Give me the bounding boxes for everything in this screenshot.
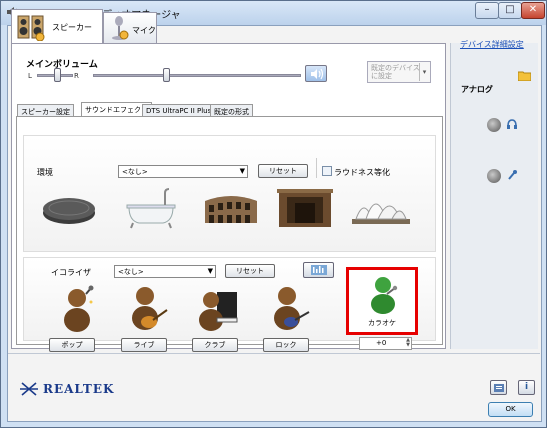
close-icon: ✕: [528, 4, 538, 15]
preset-pop-button[interactable]: ポップ: [49, 338, 95, 352]
tab-speaker-settings-label: スピーカー設定: [21, 108, 70, 116]
microphone-icon: [112, 16, 129, 40]
equalizer-select-value: <なし>: [118, 268, 144, 276]
main-volume-title: メインボリューム: [26, 60, 98, 70]
volume-slider-track[interactable]: [93, 74, 301, 77]
balance-slider-thumb[interactable]: [54, 68, 61, 82]
mute-button[interactable]: [305, 65, 327, 82]
equalizer-select[interactable]: <なし> ▼: [114, 265, 216, 278]
tab-speaker[interactable]: スピーカー: [11, 9, 103, 44]
equalizer-reset-label: リセット: [236, 267, 264, 275]
tab-microphone-label: マイク: [132, 26, 156, 35]
karaoke-singer-icon: [371, 277, 398, 314]
divider: [8, 353, 540, 354]
headphone-icon: [507, 119, 517, 129]
chevron-down-icon: ▼: [239, 167, 245, 175]
environment-label: 環境: [37, 168, 53, 177]
preset-live-label: ライブ: [133, 341, 155, 349]
graphic-equalizer-button[interactable]: [303, 262, 334, 278]
stone-corridor-icon[interactable]: [273, 179, 337, 235]
piano-player-icon[interactable]: [195, 284, 241, 334]
karaoke-label: カラオケ: [368, 319, 396, 327]
tab-sound-effects-label: サウンドエフェクト: [85, 106, 148, 114]
minimize-icon: –: [484, 4, 490, 15]
tab-microphone[interactable]: マイク: [103, 12, 157, 43]
karaoke-pitch-stepper[interactable]: +0 ▲ ▼: [359, 337, 412, 350]
advanced-settings-link[interactable]: デバイス詳細設定: [460, 39, 524, 50]
equalizer-icon: [311, 265, 327, 275]
balance-left-label: L: [28, 72, 32, 80]
info-button[interactable]: [490, 380, 507, 395]
bathtub-icon[interactable]: [119, 179, 183, 235]
divider: [316, 158, 317, 178]
preset-club-button[interactable]: クラブ: [192, 338, 238, 352]
maximize-button[interactable]: □: [498, 2, 522, 19]
environment-reset-button[interactable]: リセット: [258, 164, 308, 178]
preset-club-label: クラブ: [204, 341, 226, 349]
colosseum-icon[interactable]: [199, 179, 263, 235]
stepper-arrows-icon[interactable]: ▲ ▼: [406, 338, 410, 348]
loudness-checkbox[interactable]: [322, 166, 332, 176]
app-window: Realtek HD オーディオマネージャ – □ ✕ スピーカー マイク メイ…: [0, 0, 547, 428]
environment-select-value: <なし>: [122, 168, 148, 176]
folder-icon[interactable]: [518, 70, 531, 81]
karaoke-pitch-value: +0: [376, 339, 387, 347]
tab-dts-ultrapc-label: DTS UltraPC II Plus: [146, 107, 212, 115]
loudness-label: ラウドネス等化: [334, 168, 390, 177]
microphone-small-icon: [508, 170, 517, 180]
pop-singer-icon[interactable]: [53, 284, 99, 334]
environment-select[interactable]: <なし> ▼: [118, 165, 248, 178]
preset-rock-label: ロック: [275, 341, 297, 349]
environment-reset-label: リセット: [269, 167, 297, 175]
volume-slider-thumb[interactable]: [163, 68, 170, 82]
close-button[interactable]: ✕: [521, 2, 545, 19]
info-icon: [494, 384, 504, 392]
rock-guitar-icon[interactable]: [267, 284, 313, 334]
stone-floor-icon[interactable]: [37, 179, 101, 235]
preset-rock-button[interactable]: ロック: [263, 338, 309, 352]
preset-pop-label: ポップ: [61, 341, 83, 349]
ok-button[interactable]: OK: [488, 402, 533, 417]
balance-right-label: R: [74, 72, 79, 80]
set-default-device-label: 既定のデバイス に設定: [371, 64, 420, 80]
headphone-jack-icon[interactable]: [487, 118, 501, 132]
realtek-crab-logo: [20, 382, 38, 396]
mic-jack-icon[interactable]: [487, 169, 501, 183]
guitar-player-icon[interactable]: [125, 284, 171, 334]
chevron-down-icon: ▼: [207, 267, 213, 275]
ok-button-label: OK: [505, 405, 516, 413]
opera-house-icon[interactable]: [348, 179, 412, 235]
minimize-button[interactable]: –: [475, 2, 499, 19]
brand-logo-text: REALTEK: [43, 382, 115, 396]
equalizer-label: イコライザ: [51, 268, 91, 277]
tab-default-format-label: 既定の形式: [214, 108, 249, 116]
analog-label: アナログ: [461, 85, 493, 94]
speaker-icon: [17, 15, 45, 41]
speaker-volume-icon: [311, 68, 324, 80]
maximize-icon: □: [505, 4, 515, 15]
preset-live-button[interactable]: ライブ: [121, 338, 167, 352]
help-button[interactable]: i: [518, 380, 535, 395]
set-default-device-button[interactable]: 既定のデバイス に設定 ▾: [367, 61, 431, 83]
equalizer-reset-button[interactable]: リセット: [225, 264, 275, 278]
tab-speaker-label: スピーカー: [52, 23, 92, 32]
chevron-down-icon: ▾: [419, 63, 429, 81]
help-icon: i: [524, 382, 529, 392]
karaoke-highlight[interactable]: カラオケ: [346, 267, 418, 335]
